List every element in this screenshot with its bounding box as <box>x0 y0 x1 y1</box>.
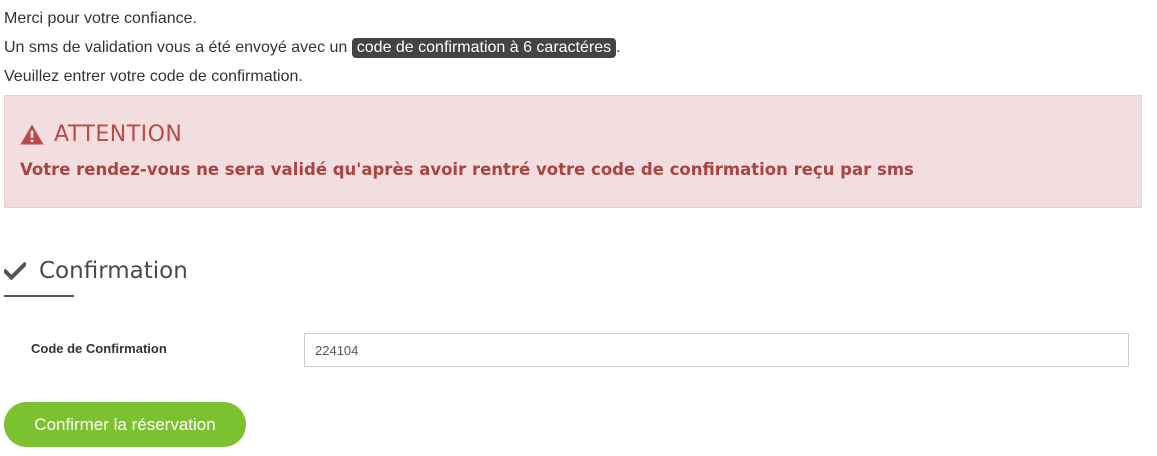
section-underline <box>4 295 74 297</box>
sms-sent-prefix: Un sms de validation vous a été envoyé a… <box>4 39 352 56</box>
sms-sent-suffix: . <box>616 39 621 56</box>
code-length-highlight: code de confirmation à 6 caractéres <box>351 38 617 58</box>
enter-code-instruction: Veuillez entrer votre code de confirmati… <box>4 68 303 85</box>
warning-alert: ATTENTION Votre rendez-vous ne sera vali… <box>4 95 1142 208</box>
alert-message: Votre rendez-vous ne sera validé qu'aprè… <box>20 160 914 179</box>
alert-title: ATTENTION <box>20 120 182 148</box>
checkmark-icon <box>4 262 26 280</box>
intro-text: Merci pour votre confiance. Un sms de va… <box>4 4 621 91</box>
confirm-reservation-button[interactable]: Confirmer la réservation <box>4 402 246 447</box>
confirmation-code-label: Code de Confirmation <box>31 341 167 356</box>
warning-triangle-icon <box>20 124 44 144</box>
sms-sent-text: Un sms de validation vous a été envoyé a… <box>4 33 621 62</box>
section-title-text: Confirmation <box>39 258 188 284</box>
alert-title-text: ATTENTION <box>54 121 183 147</box>
confirmation-code-input[interactable] <box>304 333 1129 367</box>
confirmation-section-title: Confirmation <box>4 258 188 284</box>
thank-you-text: Merci pour votre confiance. <box>4 10 197 27</box>
